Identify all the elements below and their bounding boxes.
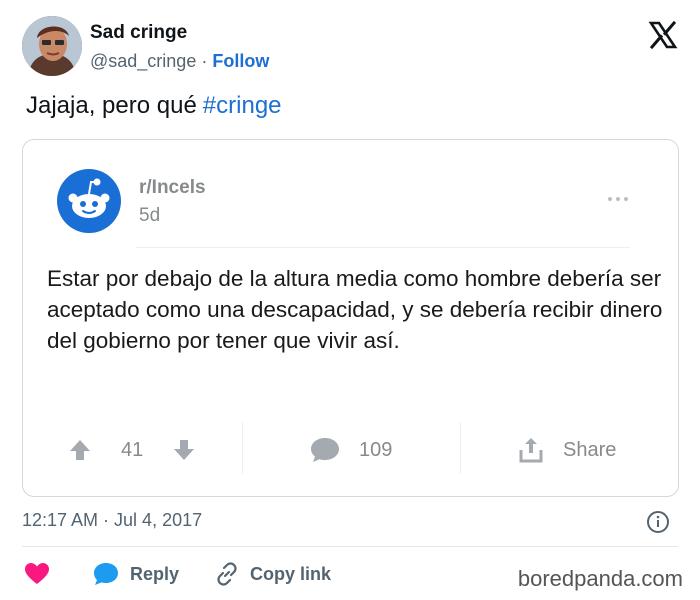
embedded-reddit-post[interactable]: r/Incels 5d Estar por debajo de la altur… bbox=[22, 139, 679, 497]
heart-icon bbox=[25, 563, 49, 584]
author-handle-line: @sad_cringe · Follow bbox=[90, 51, 269, 72]
avatar[interactable] bbox=[22, 16, 82, 76]
subreddit-name[interactable]: r/Incels bbox=[139, 177, 206, 199]
reply-bubble-icon bbox=[94, 563, 118, 585]
share-button[interactable]: Share bbox=[517, 436, 616, 464]
watermark: boredpanda.com bbox=[517, 566, 683, 591]
tweet-text-body: Jajaja, pero qué bbox=[26, 92, 197, 119]
handle-separator: · bbox=[196, 51, 213, 71]
tweet-text: Jajaja, pero qué #cringe bbox=[26, 92, 282, 120]
footer-divider bbox=[22, 546, 678, 547]
comment-count-label: 109 bbox=[359, 438, 393, 461]
copy-link-label: Copy link bbox=[250, 563, 332, 584]
share-icon bbox=[519, 438, 543, 463]
actions-divider bbox=[460, 422, 461, 474]
link-icon bbox=[217, 562, 237, 586]
copy-link-button[interactable]: Copy link bbox=[214, 560, 331, 588]
share-label: Share bbox=[563, 438, 617, 461]
author-handle[interactable]: @sad_cringe bbox=[90, 51, 196, 71]
arrow-up-icon bbox=[70, 440, 90, 460]
author-name[interactable]: Sad cringe bbox=[90, 22, 187, 44]
reddit-logo-icon[interactable] bbox=[57, 169, 121, 233]
reply-label: Reply bbox=[130, 563, 180, 584]
comment-bubble-icon bbox=[311, 438, 339, 462]
x-logo-icon[interactable] bbox=[648, 20, 678, 50]
tweet-header: Sad cringe @sad_cringe · Follow bbox=[22, 16, 682, 76]
like-button[interactable] bbox=[24, 560, 50, 588]
upvote-button[interactable] bbox=[67, 436, 93, 464]
more-options-icon[interactable] bbox=[608, 197, 630, 203]
actions-divider bbox=[242, 422, 243, 474]
reddit-post-body: Estar por debajo de la altura media como… bbox=[47, 266, 663, 353]
reddit-post-actions: 41 109 Share bbox=[23, 422, 678, 480]
arrow-down-icon bbox=[174, 440, 194, 460]
tweet-timestamp[interactable]: 12:17 AM · Jul 4, 2017 bbox=[22, 510, 202, 531]
follow-link[interactable]: Follow bbox=[212, 51, 269, 71]
reply-button[interactable]: Reply bbox=[92, 560, 179, 588]
post-age: 5d bbox=[139, 205, 161, 226]
comments-button[interactable]: 109 bbox=[309, 436, 392, 464]
downvote-button[interactable] bbox=[171, 436, 197, 464]
info-icon[interactable] bbox=[646, 510, 670, 534]
upvote-count: 41 bbox=[121, 436, 143, 464]
hashtag-link[interactable]: #cringe bbox=[203, 92, 282, 119]
card-divider bbox=[136, 247, 630, 248]
upvote-count-label: 41 bbox=[121, 438, 144, 461]
